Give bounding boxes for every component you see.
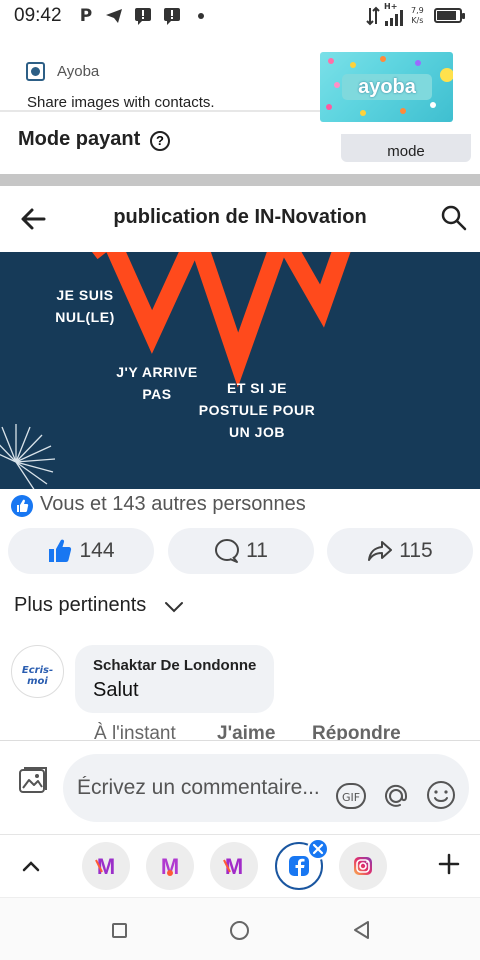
battery-level — [437, 11, 456, 20]
pinterest-icon: P — [79, 6, 93, 26]
app-switcher-dock: M M M — [0, 834, 480, 896]
network-speed-unit: K/s — [411, 16, 424, 25]
comment-input[interactable] — [63, 754, 469, 822]
messenger-icon[interactable]: M — [210, 842, 258, 890]
system-nav-bar — [0, 897, 480, 960]
battery-icon — [434, 8, 465, 23]
network-speed: 7,9 K/s — [411, 6, 424, 26]
comment-text: Salut — [93, 679, 139, 701]
message-alert-icon — [162, 6, 182, 26]
reactions-summary[interactable]: Vous et 143 autres personnes — [40, 493, 306, 516]
avatar-logo-text: Ecris-moi — [21, 665, 54, 687]
network-speed-value: 7,9 — [411, 6, 424, 15]
messenger-icon[interactable]: M — [146, 842, 194, 890]
recents-button[interactable] — [112, 923, 127, 938]
comment-sort-label[interactable]: Plus pertinents — [14, 594, 146, 617]
dot-icon — [198, 13, 204, 19]
sheet-divider — [0, 174, 480, 186]
signal-icon — [384, 10, 406, 26]
comment-composer: GIF — [0, 740, 480, 830]
mode-button[interactable]: mode — [341, 134, 471, 162]
search-icon[interactable] — [440, 204, 468, 232]
sunburst-decoration — [0, 424, 56, 489]
image-phrase-1: JE SUIS NUL(LE) — [55, 287, 115, 325]
share-count: 115 — [399, 539, 433, 562]
thumbs-up-icon — [47, 538, 73, 564]
notification-message: Share images with contacts. — [27, 94, 215, 111]
avatar[interactable]: Ecris-moi — [11, 645, 64, 698]
share-button[interactable]: 115 — [327, 528, 473, 574]
notification-banner-image: ayoba — [320, 52, 453, 122]
mode-payant-label: Mode payant — [18, 128, 141, 150]
comment-bubble[interactable]: Schaktar De Londonne Salut — [75, 645, 274, 713]
chevron-down-icon[interactable] — [163, 598, 185, 616]
back-button[interactable] — [352, 920, 372, 940]
status-time: 09:42 — [14, 5, 62, 26]
photo-icon[interactable] — [17, 765, 49, 797]
comment-author[interactable]: Schaktar De Londonne — [93, 657, 256, 674]
close-icon[interactable] — [307, 838, 329, 860]
like-reaction-icon — [11, 495, 33, 517]
like-count: 144 — [79, 539, 115, 562]
facebook-icon[interactable] — [275, 838, 329, 890]
share-arrow-icon — [367, 538, 393, 564]
help-icon[interactable]: ? — [150, 131, 170, 151]
message-alert-icon — [133, 6, 153, 26]
ayoba-logo: ayoba — [342, 74, 432, 100]
like-button[interactable]: 144 — [8, 528, 154, 574]
comment-count: 11 — [246, 539, 268, 562]
status-bar: 09:42 P H+ 7,9 K/s — [0, 0, 480, 34]
comment-bubble-icon — [214, 538, 240, 564]
post-image[interactable]: JE SUIS NUL(LE) J'Y ARRIVE PAS ET SI JE … — [0, 252, 480, 489]
zigzag-path — [92, 252, 351, 388]
page-title: publication de IN-Novation — [113, 206, 367, 228]
add-icon[interactable] — [437, 852, 461, 876]
instagram-icon[interactable] — [339, 842, 387, 890]
back-arrow-icon[interactable] — [20, 206, 46, 232]
chevron-up-icon[interactable] — [20, 855, 42, 877]
ayoba-app-icon — [26, 62, 45, 81]
comment-button[interactable]: 11 — [168, 528, 314, 574]
post-header: publication de IN-Novation — [0, 186, 480, 252]
image-phrase-3: ET SI JE POSTULE POUR UN JOB — [198, 380, 316, 440]
home-button[interactable] — [230, 921, 249, 940]
data-arrows-icon — [366, 6, 380, 26]
image-phrase-2: J'Y ARRIVE PAS — [116, 364, 198, 402]
notification-app-name: Ayoba — [57, 63, 100, 80]
messenger-icon[interactable]: M — [82, 842, 130, 890]
telegram-icon — [104, 6, 124, 26]
ayoba-notification[interactable]: Ayoba Share images with contacts. ayoba — [0, 40, 480, 122]
